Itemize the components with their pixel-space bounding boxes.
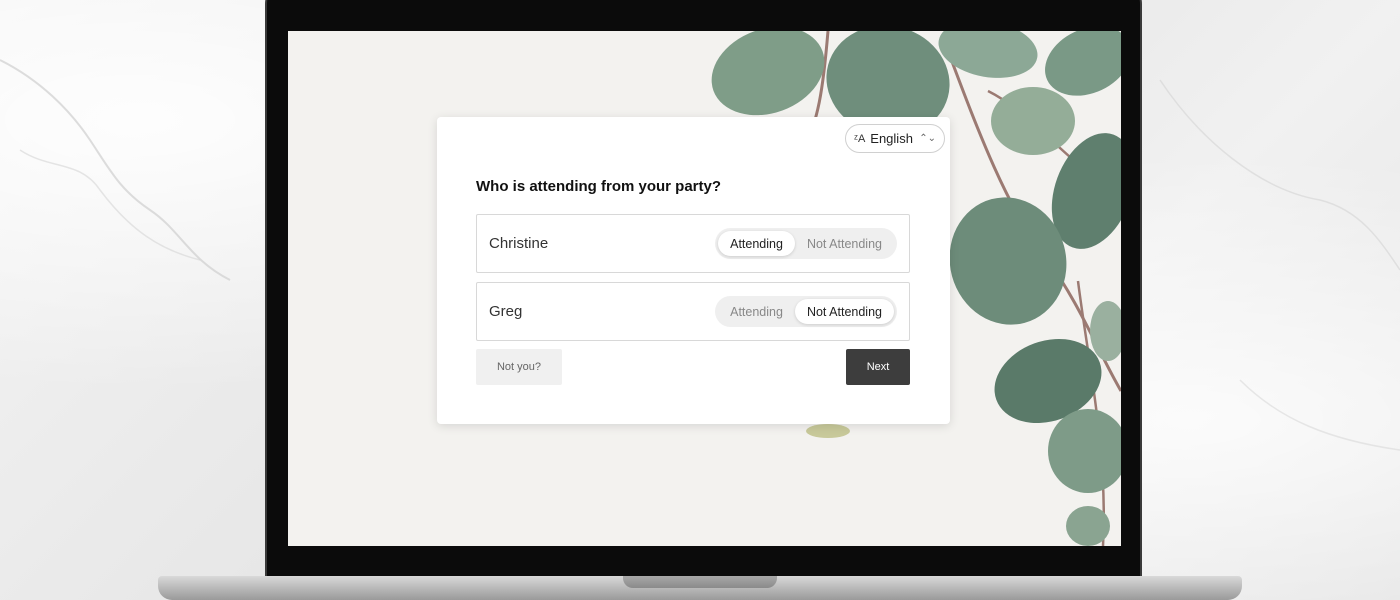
not-you-button[interactable]: Not you? bbox=[476, 349, 562, 385]
option-attending[interactable]: Attending bbox=[718, 299, 795, 324]
guest-name: Greg bbox=[489, 303, 523, 320]
rsvp-card: ᶻA English ⌃⌄ Who is attending from your… bbox=[437, 117, 950, 424]
page-title: Who is attending from your party? bbox=[476, 178, 722, 195]
updown-chevron-icon: ⌃⌄ bbox=[919, 132, 936, 144]
language-select[interactable]: ᶻA English ⌃⌄ bbox=[845, 124, 945, 153]
guest-name: Christine bbox=[489, 235, 549, 252]
guest-row: Christine Attending Not Attending bbox=[476, 214, 910, 273]
option-not-attending[interactable]: Not Attending bbox=[795, 231, 894, 256]
attendance-toggle: Attending Not Attending bbox=[715, 228, 897, 259]
option-not-attending[interactable]: Not Attending bbox=[794, 299, 894, 324]
guest-row: Greg Attending Not Attending bbox=[476, 282, 910, 341]
translate-icon: ᶻA bbox=[854, 132, 866, 145]
option-attending[interactable]: Attending bbox=[718, 231, 795, 256]
next-button[interactable]: Next bbox=[846, 349, 910, 385]
laptop-hinge-notch bbox=[623, 576, 777, 588]
language-label: English bbox=[870, 131, 913, 146]
attendance-toggle: Attending Not Attending bbox=[715, 296, 897, 327]
